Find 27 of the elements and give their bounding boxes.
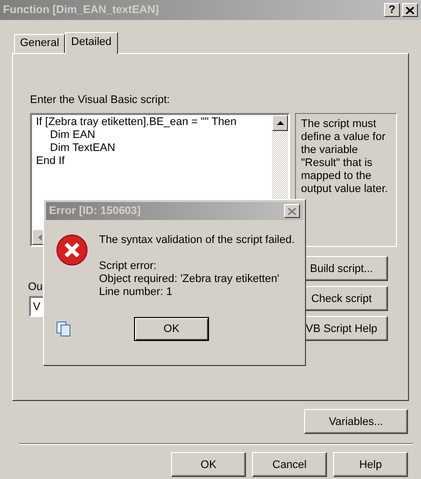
close-button[interactable] [402,3,418,17]
dialog-button[interactable]: OK [171,452,246,477]
close-icon [406,6,414,14]
left-arrow-icon [38,234,42,240]
dialog-button[interactable]: Help [333,452,408,477]
error-icon [56,234,88,266]
code-line: Dim EAN [49,129,96,142]
output-label: Ou [28,281,43,293]
code-line: End If [36,155,66,168]
help-button[interactable]: ? [384,3,400,17]
close-button[interactable] [284,204,300,218]
code-line: If [Zebra tray etiketten].BE_ean = "" Then [36,116,238,129]
error-detail: Line number: 1 [99,286,174,299]
tab[interactable]: General [14,34,66,53]
error-detail: Object required: 'Zebra tray etiketten' [99,273,280,286]
copy-icon[interactable] [56,321,72,337]
code-line: Dim TextEAN [49,142,116,155]
variables-button[interactable]: Variables... [304,409,408,434]
window-title: Function [Dim_EAN_textEAN] [3,4,159,16]
up-arrow-icon [276,121,284,125]
ok-button[interactable]: OK [134,317,209,341]
error-title: Error [ID: 150603] [49,205,141,217]
script-label: Enter the Visual Basic script: [30,94,171,106]
close-icon [288,208,296,214]
dialog-button[interactable]: Cancel [252,452,327,477]
tab[interactable]: Detailed [65,32,118,54]
error-detail: Script error: [99,260,158,273]
